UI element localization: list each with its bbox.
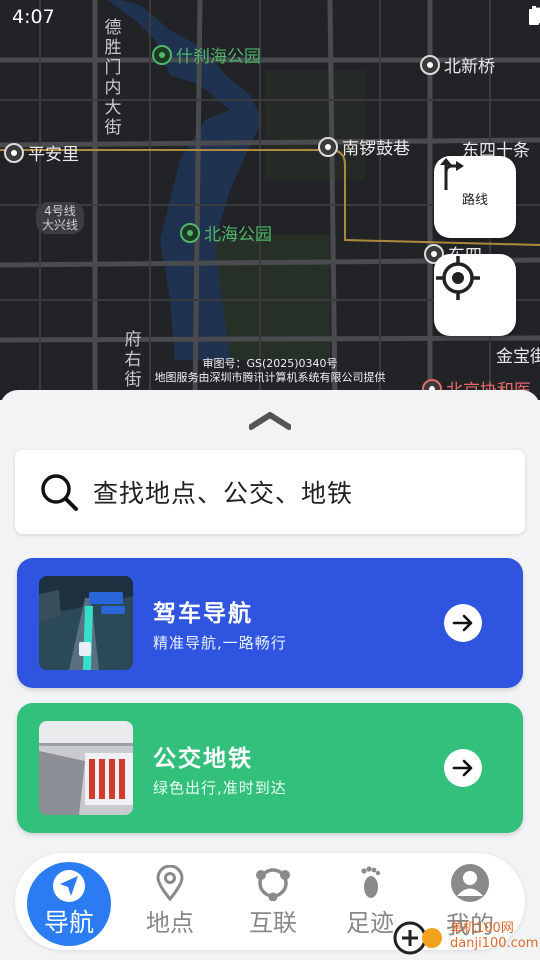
drive-navigation-arrow-button[interactable]: [444, 604, 482, 642]
metro-station-icon: [420, 54, 440, 75]
bottom-sheet: 查找地点、公交、地铁 驾车导航 精准导航,一路畅行 公交地铁 绿色出行,准时到达…: [0, 390, 540, 960]
tab-connect-label: 互联: [249, 909, 297, 937]
search-bar[interactable]: 查找地点、公交、地铁: [15, 450, 525, 534]
drive-navigation-subtitle: 精准导航,一路畅行: [153, 634, 287, 652]
battery-icon: [529, 6, 539, 25]
locate-button[interactable]: [434, 254, 516, 336]
drive-navigation-card[interactable]: 驾车导航 精准导航,一路畅行: [17, 558, 523, 688]
park-icon: [180, 222, 200, 243]
transit-subtitle: 绿色出行,准时到达: [153, 779, 287, 797]
route-fork-icon: [440, 158, 464, 190]
tab-places[interactable]: 地点: [120, 853, 220, 950]
metro-line-badge: 4号线 大兴线: [36, 202, 84, 234]
tab-navigation[interactable]: 导航: [27, 862, 111, 946]
poi-shichahai-park[interactable]: 什刹海公园: [152, 42, 261, 67]
tab-connect[interactable]: 互联: [223, 853, 323, 950]
tab-navigation-label: 导航: [43, 908, 94, 937]
navigation-arrow-icon: [53, 870, 85, 902]
poi-nanluoguxiang[interactable]: 南锣鼓巷: [318, 134, 410, 159]
search-icon: [41, 474, 78, 511]
metro-station-icon: [318, 136, 338, 157]
arrow-right-icon: [452, 759, 473, 777]
site-watermark: 单机100网 danji100.com: [392, 916, 538, 956]
transit-arrow-button[interactable]: [444, 749, 482, 787]
transit-title: 公交地铁: [153, 746, 253, 772]
drive-navigation-title: 驾车导航: [153, 601, 253, 627]
crosshair-icon: [436, 256, 480, 300]
park-icon: [152, 44, 172, 65]
arrow-right-icon: [452, 614, 473, 632]
watermark-logo: [393, 921, 442, 955]
status-bar: 4:07: [0, 0, 540, 36]
poi-pinganli[interactable]: 平安里: [4, 140, 79, 165]
map-copyright-line1: 审图号：GS(2025)0340号: [202, 357, 338, 370]
location-pin-icon: [156, 865, 184, 901]
metro-station-icon: [4, 142, 24, 163]
map-view[interactable]: 4:07 什刹海公园 北新桥 平安里 南锣鼓巷 东四十条 北海公园 东四 金宝街…: [0, 0, 540, 400]
search-placeholder: 查找地点、公交、地铁: [93, 479, 354, 508]
watermark-text: 单机100网 danji100.com: [450, 921, 539, 951]
transit-card[interactable]: 公交地铁 绿色出行,准时到达: [17, 703, 523, 833]
user-icon: [451, 864, 489, 902]
map-copyright-line2: 地图服务由深圳市腾讯计算机系统有限公司提供: [154, 371, 386, 384]
chevron-up-icon[interactable]: [249, 412, 291, 430]
poi-beixinqiao[interactable]: 北新桥: [420, 52, 495, 77]
road-label-deshengmen: 德胜门内大街: [104, 18, 122, 138]
footprint-icon: [361, 866, 381, 898]
drive-navigation-thumbnail: [39, 576, 133, 670]
link-circle-icon: [256, 868, 290, 901]
route-button[interactable]: 路线: [434, 156, 516, 238]
tab-places-label: 地点: [146, 909, 194, 937]
tab-footprint-label: 足迹: [346, 909, 394, 937]
poi-beihai-park[interactable]: 北海公园: [180, 220, 272, 245]
status-time: 4:07: [12, 6, 55, 28]
transit-thumbnail: [39, 721, 133, 815]
